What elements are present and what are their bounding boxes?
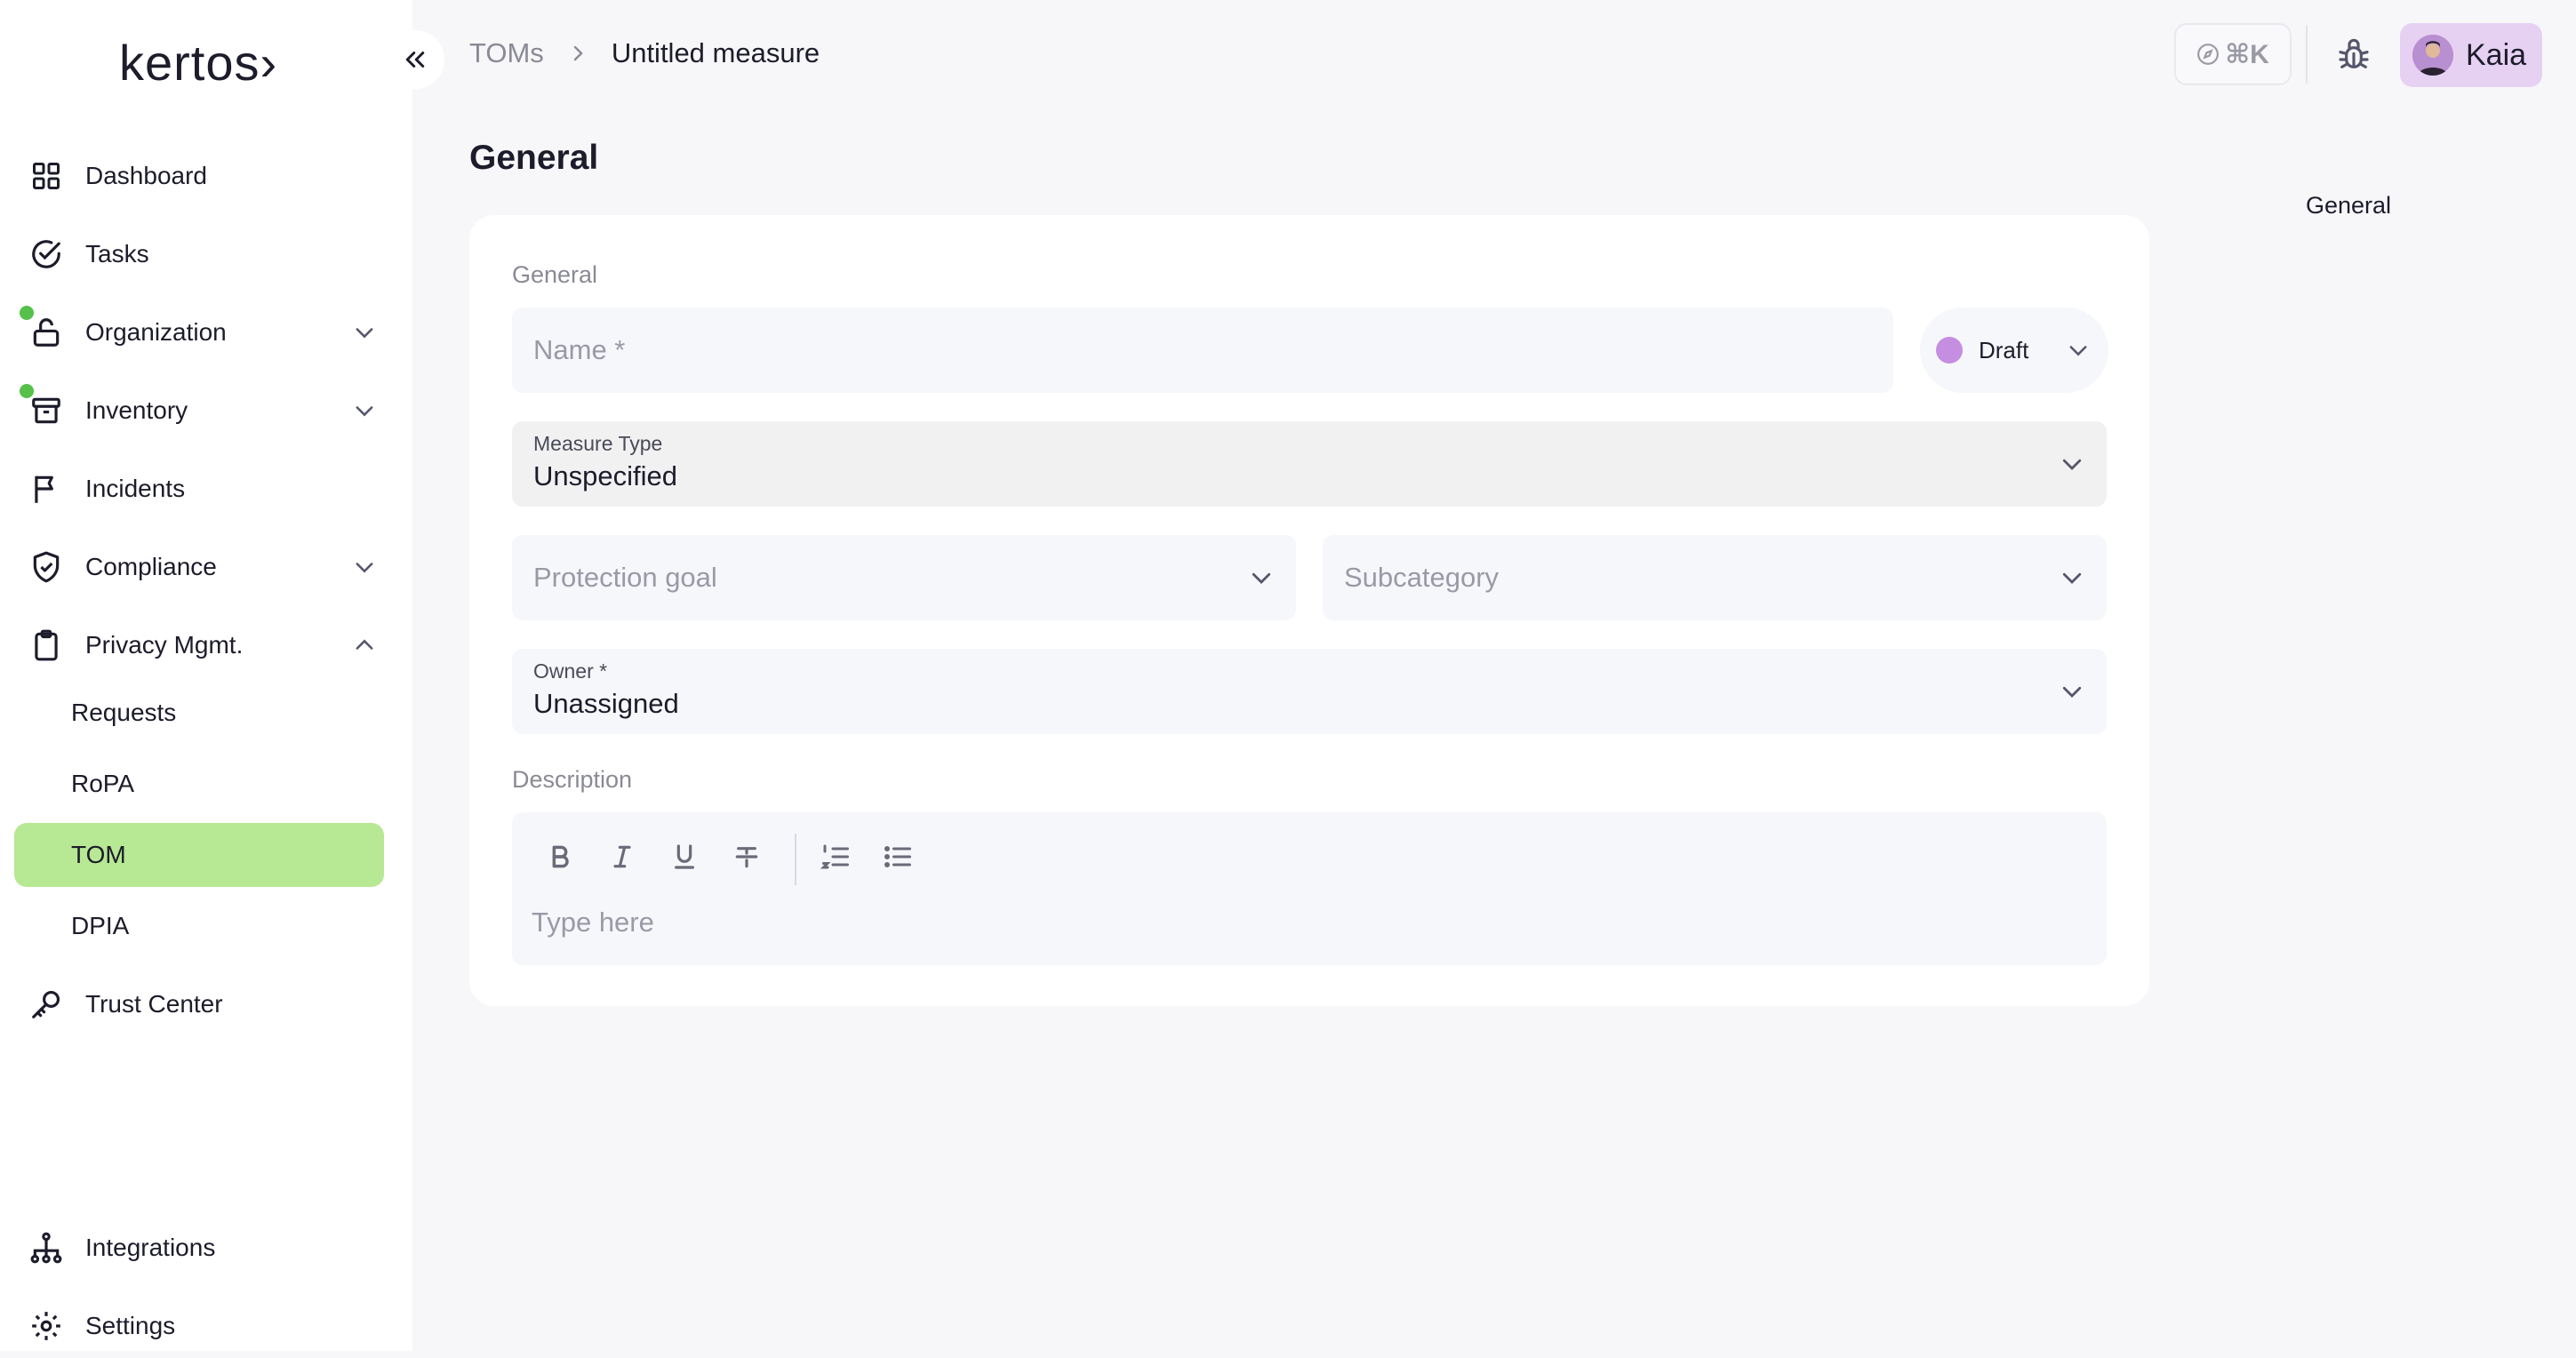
sidebar-item-label: Tasks [85,240,149,268]
description-editor[interactable]: Type here [512,812,2107,965]
sidebar-item-label: Integrations [85,1234,216,1261]
chevron-down-icon [2062,686,2082,698]
sidebar-item-label: Organization [85,318,227,346]
chevron-right-icon [567,43,588,64]
flag-icon [28,471,64,507]
dashboard-icon [28,158,64,194]
chevrons-left-icon [405,52,425,68]
compass-icon [2197,44,2220,65]
breadcrumb-current: Untitled measure [611,37,820,68]
key-icon [28,987,64,1022]
check-circle-icon [28,236,64,272]
sidebar-item-settings[interactable]: Settings [14,1294,384,1358]
network-icon [28,1230,64,1266]
underline-icon[interactable] [663,835,706,878]
page-title: General [469,139,599,177]
owner-select[interactable]: Owner * Unassigned [512,649,2107,734]
owner-label: Owner * [533,659,608,683]
chevron-down-icon[interactable] [352,398,377,423]
chevron-down-icon [2062,572,2082,584]
status-select[interactable]: Draft [1920,308,2108,393]
sidebar-subitem-requests[interactable]: Requests [14,681,384,745]
chevron-down-icon [2062,459,2082,470]
owner-value: Unassigned [533,688,679,719]
status-value: Draft [1979,336,2029,363]
sidebar-item-inventory[interactable]: Inventory [14,379,384,443]
topbar-divider [2306,25,2308,84]
ordered-list-icon[interactable] [814,835,857,878]
general-form-card: General Name * Draft Measure Type Unspec… [469,215,2149,1006]
sidebar-subitem-tom[interactable]: TOM [14,823,384,887]
sidebar-item-privacy-mgmt[interactable]: Privacy Mgmt. [14,613,384,677]
chevron-down-icon [1252,572,1271,584]
sidebar-item-label: Dashboard [85,162,207,189]
status-dot [1936,337,1963,363]
description-placeholder: Type here [532,907,654,938]
sidebar-item-compliance[interactable]: Compliance [14,535,384,599]
kertos-logo[interactable]: kertos› [119,34,277,92]
sidebar-item-label: Privacy Mgmt. [85,631,244,659]
command-palette-button[interactable]: ⌘K [2174,23,2292,85]
user-menu-button[interactable]: Kaia [2400,23,2542,87]
subcategory-select[interactable]: Subcategory [1323,535,2107,620]
sidebar-item-label: Incidents [85,475,186,502]
protection-goal-select[interactable]: Protection goal [512,535,1296,620]
protection-goal-placeholder: Protection goal [533,562,717,593]
avatar [2412,35,2453,76]
chevron-up-icon[interactable] [352,633,377,658]
sidebar-item-label: Compliance [85,553,217,580]
lock-icon [20,306,64,350]
breadcrumb-toms-link[interactable]: TOMs [469,37,544,69]
section-label-general: General [512,261,598,288]
breadcrumb: TOMs Untitled measure [469,37,820,69]
clipboard-icon [28,627,64,663]
sidebar-item-incidents[interactable]: Incidents [14,457,384,521]
notification-dot [20,306,34,320]
sidebar-subitem-dpia[interactable]: DPIA [14,894,384,958]
app-root: kertos› Dashboard Tasks Organization Inv… [0,0,2576,1351]
chevron-down-icon[interactable] [352,555,377,579]
user-name: Kaia [2466,37,2527,72]
measure-type-select[interactable]: Measure Type Unspecified [512,421,2107,507]
italic-icon[interactable] [601,835,644,878]
name-placeholder: Name * [533,334,626,365]
description-label: Description [512,766,633,793]
sidebar-item-tasks[interactable]: Tasks [14,222,384,286]
bullet-list-icon[interactable] [876,835,919,878]
strikethrough-icon[interactable] [725,835,768,878]
shortcut-label: ⌘K [2225,39,2269,69]
gear-icon [28,1308,64,1344]
sidebar-item-trust-center[interactable]: Trust Center [14,972,384,1036]
shield-check-icon [28,549,64,585]
collapse-sidebar-button[interactable] [386,30,444,89]
archive-icon [20,384,64,428]
sidebar-item-integrations[interactable]: Integrations [14,1216,384,1280]
toolbar-divider [795,834,796,885]
sidebar-item-label: Inventory [85,396,188,424]
bold-icon[interactable] [539,835,581,878]
toc-link-general[interactable]: General [2306,192,2391,220]
sidebar-item-dashboard[interactable]: Dashboard [14,144,384,208]
bug-icon [2339,38,2369,68]
sidebar-subitem-ropa[interactable]: RoPA [14,752,384,816]
report-bug-button[interactable] [2327,28,2380,82]
notification-dot [20,384,34,398]
sidebar: kertos› Dashboard Tasks Organization Inv… [0,0,412,1351]
name-input[interactable]: Name * [512,308,1893,393]
chevron-down-icon [2069,346,2087,356]
sidebar-item-label: Trust Center [85,990,223,1018]
sidebar-item-label: Settings [85,1312,176,1339]
sidebar-item-organization[interactable]: Organization [14,300,384,364]
measure-type-label: Measure Type [533,432,663,455]
measure-type-value: Unspecified [533,460,677,491]
subcategory-placeholder: Subcategory [1344,562,1500,593]
chevron-down-icon[interactable] [352,320,377,345]
